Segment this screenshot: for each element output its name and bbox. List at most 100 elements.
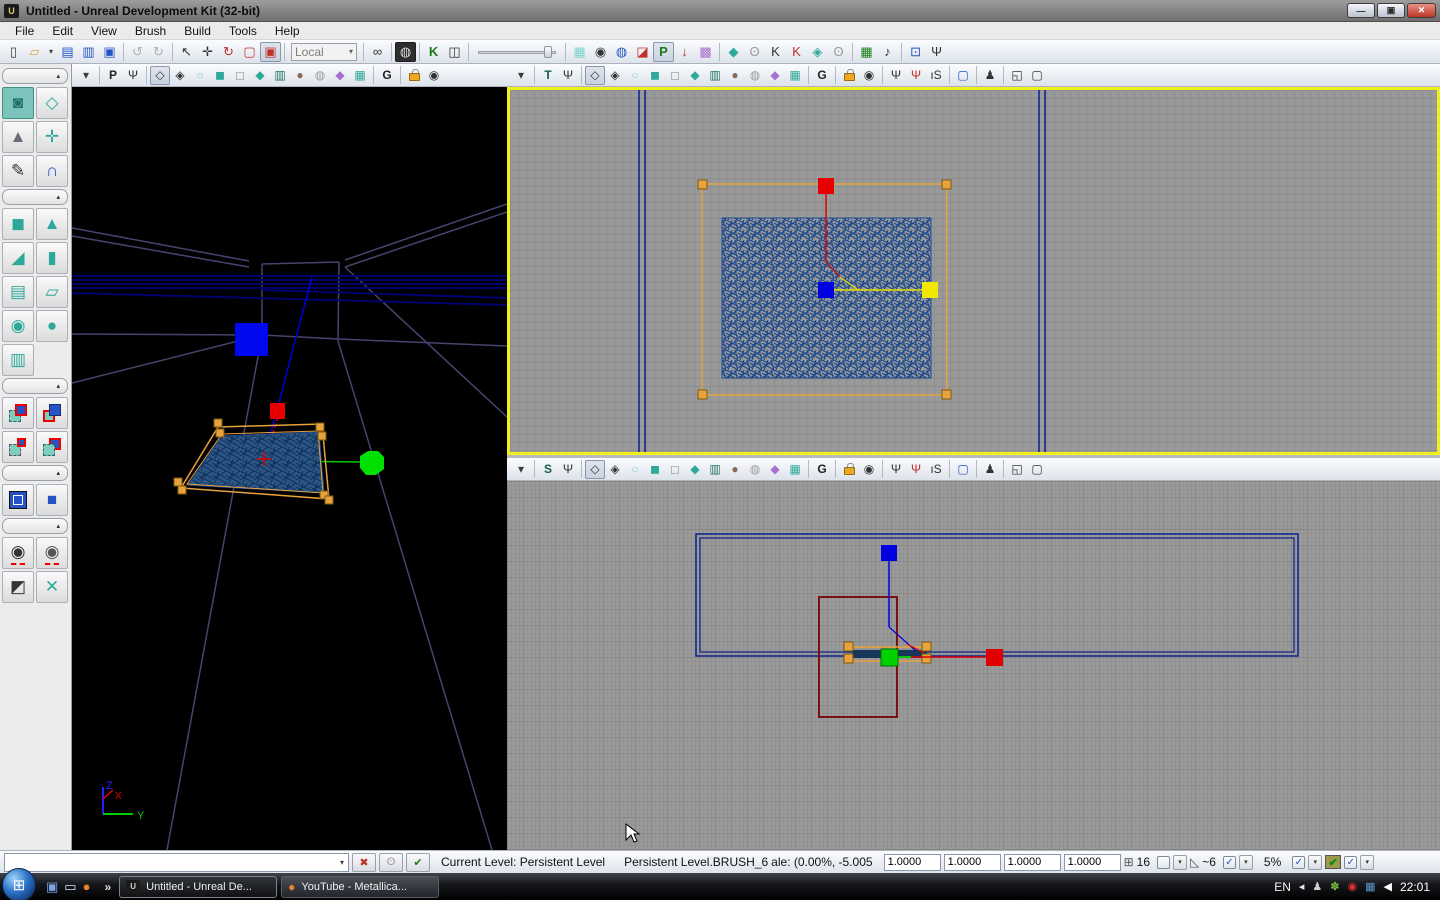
viewmode-lit-button[interactable]: ◼	[645, 460, 665, 479]
terrain-mode-button[interactable]: ▲	[2, 121, 34, 153]
game-view-button[interactable]: G	[812, 66, 832, 85]
quicklaunch-firefox-icon[interactable]: ●	[83, 879, 91, 894]
viewmode-collision-button[interactable]: ▦	[350, 66, 370, 85]
viewmode-unlit-button[interactable]: ○	[625, 460, 645, 479]
viewmode-wireframe-button[interactable]: ◇	[585, 66, 605, 85]
viewmode-lightmap-density-button[interactable]: ◆	[765, 66, 785, 85]
viewmode-light-complexity-button[interactable]: ◍	[745, 460, 765, 479]
brush-box-stair-button[interactable]: ▤	[2, 276, 34, 308]
language-indicator[interactable]: EN	[1274, 880, 1291, 894]
joystick-icon[interactable]: Ψ	[123, 66, 143, 85]
viewmode-lighting-only-button[interactable]: ◆	[685, 460, 705, 479]
maximize-viewport-icon[interactable]: ▢	[1027, 460, 1047, 479]
select-arrow-icon[interactable]: ↖	[176, 42, 197, 62]
squint-s-button[interactable]: ıS	[926, 460, 946, 479]
brush-cylinder-button[interactable]: ▮	[36, 242, 68, 274]
save-copy-icon[interactable]: ▣	[99, 42, 120, 62]
title-bar[interactable]: U Untitled - Unreal Development Kit (32-…	[0, 0, 1440, 22]
angle-snap-dropdown[interactable]: ▾	[1239, 855, 1253, 870]
viewmode-lit-button[interactable]: ◼	[210, 66, 230, 85]
lock-viewport-button[interactable]	[839, 460, 859, 479]
texture-align-button[interactable]: ✛	[36, 121, 68, 153]
viewmode-detail-lighting-button[interactable]: ◻	[230, 66, 250, 85]
scale-all-field[interactable]	[1064, 854, 1121, 871]
menu-tools[interactable]: Tools	[220, 23, 266, 39]
build-geometry-icon[interactable]: ◆	[723, 42, 744, 62]
maximize-viewport-icon[interactable]: ▢	[1027, 66, 1047, 85]
build-cover-icon[interactable]: K	[786, 42, 807, 62]
drop-actor-icon[interactable]: ↓	[674, 42, 695, 62]
autosave-checkbox[interactable]: ✓	[1344, 856, 1357, 869]
viewmode-lightmap-density-button[interactable]: ◆	[330, 66, 350, 85]
chevron-down-icon[interactable]: ▾	[511, 66, 531, 85]
widget-x-handle[interactable]	[270, 403, 285, 419]
viewmode-detail-lighting-button[interactable]: ◻	[665, 66, 685, 85]
lighting-info-icon[interactable]: ▦	[856, 42, 877, 62]
viewmode-brush-wireframe-button[interactable]: ◈	[605, 66, 625, 85]
open-file-icon[interactable]: ▱	[24, 42, 45, 62]
translucent-selection-icon[interactable]: ◍	[611, 42, 632, 62]
csg-subtract-button[interactable]	[36, 397, 68, 429]
build-all-icon[interactable]: ◈	[807, 42, 828, 62]
restore-button[interactable]: ▣	[1377, 3, 1405, 18]
start-button[interactable]: ⊞	[2, 868, 36, 900]
viewmode-lit-button[interactable]: ◼	[645, 66, 665, 85]
play-on-pc-icon[interactable]: ⊡	[905, 42, 926, 62]
perspective-viewport[interactable]: Z X Y	[72, 87, 507, 850]
viewmode-collision-button[interactable]: ▦	[785, 66, 805, 85]
float-viewport-icon[interactable]: ◱	[1007, 460, 1027, 479]
joystick-icon[interactable]: Ψ	[558, 460, 578, 479]
scale-snap-checkbox[interactable]: ✓	[1292, 856, 1305, 869]
clock[interactable]: 22:01	[1400, 880, 1430, 894]
chevron-down-icon[interactable]: ▾	[76, 66, 96, 85]
widget-x-handle[interactable]	[818, 178, 834, 194]
camera-mode-button[interactable]: ◙	[2, 87, 34, 119]
hide-selected-button[interactable]: ◉	[36, 537, 68, 569]
show-flags-button[interactable]: ◉	[859, 66, 879, 85]
viewmode-wireframe-button[interactable]: ◇	[150, 66, 170, 85]
widget-z-handle[interactable]	[881, 545, 897, 561]
select-volume-button[interactable]	[2, 484, 34, 516]
content-browser-icon[interactable]: ▦	[569, 42, 590, 62]
mesh-check-button[interactable]: ✔	[406, 853, 430, 872]
close-button[interactable]: ✕	[1407, 3, 1436, 18]
viewport-type-label[interactable]: S	[538, 460, 558, 479]
save-icon[interactable]: ▤	[57, 42, 78, 62]
viewmode-collision-button[interactable]: ▦	[785, 460, 805, 479]
camera-square-icon[interactable]: ▢	[953, 66, 973, 85]
show-flags-button[interactable]: ◉	[859, 460, 879, 479]
joystick-red-icon[interactable]: Ψ	[906, 460, 926, 479]
geometry-mode-button[interactable]: ◇	[36, 87, 68, 119]
new-file-icon[interactable]: ▯	[3, 42, 24, 62]
menu-edit[interactable]: Edit	[43, 23, 82, 39]
tray-chevron-icon[interactable]: ◂	[1299, 880, 1305, 893]
csg-deintersect-button[interactable]	[36, 431, 68, 463]
menu-build[interactable]: Build	[175, 23, 220, 39]
redo-icon[interactable]: ↻	[148, 42, 169, 62]
toolbox-header-brushes[interactable]: ▴	[2, 189, 68, 205]
translate-icon[interactable]: ✛	[197, 42, 218, 62]
angle-snap-checkbox[interactable]: ✓	[1223, 856, 1236, 869]
invert-selection-button[interactable]: ◩	[2, 571, 34, 603]
widget-y-handle[interactable]	[360, 451, 384, 475]
tray-icq-icon[interactable]: ✽	[1330, 880, 1339, 893]
statue-icon[interactable]: ♟	[980, 460, 1000, 479]
toolbox-header-select[interactable]: ▴	[2, 465, 68, 481]
viewmode-unlit-button[interactable]: ○	[625, 66, 645, 85]
squint-s-button[interactable]: ıS	[926, 66, 946, 85]
grid-snap-checkbox[interactable]	[1157, 856, 1170, 869]
play-on-console-icon[interactable]: Ψ	[926, 42, 947, 62]
scale-z-field[interactable]	[1004, 854, 1061, 871]
autosave-icon[interactable]: ✔	[1325, 855, 1341, 869]
widget-z-handle[interactable]	[235, 323, 268, 356]
lock-viewport-button[interactable]	[839, 66, 859, 85]
viewmode-brush-wireframe-button[interactable]: ◈	[605, 460, 625, 479]
slider-thumb[interactable]	[544, 46, 552, 58]
taskbar-button-firefox[interactable]: ● YouTube - Metallica...	[281, 876, 439, 898]
lighting-quality-icon[interactable]: ʘ	[828, 42, 849, 62]
viewmode-detail-lighting-button[interactable]: ◻	[665, 460, 685, 479]
brush-polys-icon[interactable]: ◪	[632, 42, 653, 62]
statue-icon[interactable]: ♟	[980, 66, 1000, 85]
brush-cone-button[interactable]: ▲	[36, 208, 68, 240]
taskbar-button-udk[interactable]: U Untitled - Unreal De...	[119, 876, 277, 898]
